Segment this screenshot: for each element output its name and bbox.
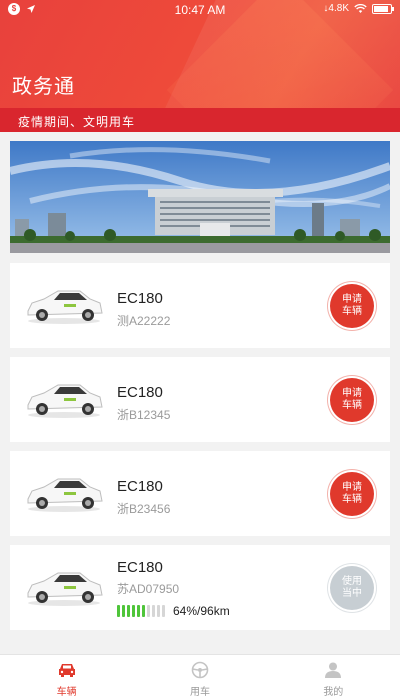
car-model: EC180 [117,384,163,401]
network-speed-value: 4.8K [328,3,349,14]
battery-segment [137,605,140,617]
car-image [27,290,103,324]
battery-segment [142,605,145,617]
car-plate: 苏AD07950 [117,582,180,596]
steering-wheel-icon [191,661,209,679]
button-label-line1: 使用 [342,576,362,587]
battery-segment [152,605,155,617]
battery-indicator: 64%/96km [117,604,230,618]
car-plate: 浙B23456 [117,502,171,516]
car-model: EC180 [117,290,163,307]
apply-vehicle-button[interactable]: 申请 车辆 [330,284,374,328]
bottom-tab-bar: 车辆 用车 我的 [0,654,400,700]
vehicle-card[interactable]: EC180 浙B12345 申请 车辆 [10,357,390,442]
button-label-line2: 车辆 [342,400,362,411]
button-label-line1: 申请 [342,388,362,399]
banner-image [10,141,390,253]
button-label-line2: 车辆 [342,306,362,317]
car-icon [58,664,75,677]
user-icon [325,662,342,678]
car-image [27,384,103,418]
button-label-line1: 申请 [342,294,362,305]
tab-label: 用车 [189,687,210,698]
vehicle-card[interactable]: EC180 测A22222 申请 车辆 [10,263,390,348]
battery-segment [132,605,135,617]
tab-label: 我的 [323,687,344,698]
car-plate: 测A22222 [117,314,171,328]
car-model: EC180 [117,559,163,576]
battery-level-bar [117,605,167,617]
battery-segment [147,605,150,617]
government-building-illustration [10,141,390,253]
button-label-line2: 车辆 [342,494,362,505]
tab-mine[interactable]: 我的 [267,655,400,700]
slogan-text: 疫情期间、文明用车 [18,115,136,129]
button-label-line1: 申请 [342,482,362,493]
vehicle-card[interactable]: EC180 苏AD07950 64%/96km 使用 当中 [10,545,390,630]
apply-vehicle-button[interactable]: 申请 车辆 [330,378,374,422]
battery-segment [122,605,125,617]
car-model: EC180 [117,478,163,495]
status-right: ↓4.8K [323,3,394,14]
battery-segment [117,605,120,617]
in-use-button[interactable]: 使用 当中 [330,566,374,610]
car-plate: 浙B12345 [117,408,171,422]
battery-segment [157,605,160,617]
battery-text: 64%/96km [173,604,230,618]
tab-vehicles[interactable]: 车辆 [0,655,133,700]
battery-icon [372,3,394,14]
battery-segment [162,605,165,617]
battery-segment [127,605,130,617]
tab-use-car[interactable]: 用车 [133,655,266,700]
network-speed: ↓4.8K [323,3,349,14]
vehicle-card[interactable]: EC180 浙B23456 申请 车辆 [10,451,390,536]
app-title: 政务通 [12,76,75,98]
car-image [27,572,103,606]
status-bar: $ 10:47 AM ↓4.8K [0,0,400,20]
car-image [27,478,103,512]
app-header: $ 10:47 AM ↓4.8K 政务通 疫情期间、文明用车 [0,0,400,132]
slogan-bar: 疫情期间、文明用车 [0,108,400,132]
button-label-line2: 当中 [342,588,362,599]
wifi-icon [354,3,367,13]
apply-vehicle-button[interactable]: 申请 车辆 [330,472,374,516]
tab-label: 车辆 [56,687,77,698]
